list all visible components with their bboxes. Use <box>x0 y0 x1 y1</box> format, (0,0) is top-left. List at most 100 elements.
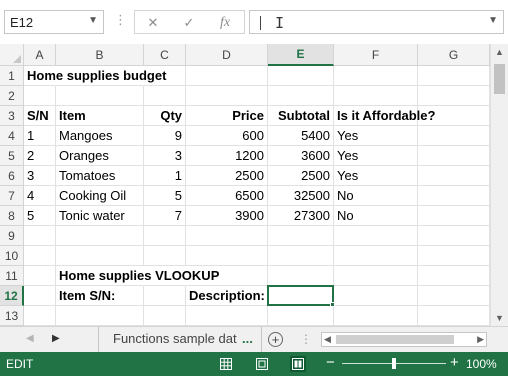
row-header-3[interactable]: 3 <box>0 106 24 126</box>
zoom-out-button[interactable]: − <box>326 354 335 371</box>
cell-f8[interactable]: No <box>334 206 418 226</box>
cell-f3[interactable]: Is it Affordable? <box>334 106 435 126</box>
cell-f13[interactable] <box>334 306 418 326</box>
cell-g6[interactable] <box>418 166 490 186</box>
cell-e8[interactable]: 27300 <box>268 206 334 226</box>
cell-d2[interactable] <box>186 86 268 106</box>
cell-g12[interactable] <box>418 286 490 306</box>
cancel-button[interactable]: ✕ <box>141 13 165 33</box>
cell-c10[interactable] <box>144 246 186 266</box>
row-header-2[interactable]: 2 <box>0 86 24 106</box>
cell-d7[interactable]: 6500 <box>186 186 268 206</box>
cell-a10[interactable] <box>24 246 56 266</box>
cell-c7[interactable]: 5 <box>144 186 186 206</box>
more-sheets-button[interactable]: ... <box>242 331 253 346</box>
cell-c13[interactable] <box>144 306 186 326</box>
enter-button[interactable]: ✓ <box>177 13 201 33</box>
cell-a11[interactable] <box>24 266 56 286</box>
row-header-5[interactable]: 5 <box>0 146 24 166</box>
cell-f2[interactable] <box>334 86 418 106</box>
cell-a13[interactable] <box>24 306 56 326</box>
row-header-12[interactable]: 12 <box>0 286 24 306</box>
cell-f10[interactable] <box>334 246 418 266</box>
column-header-f[interactable]: F <box>334 44 418 66</box>
zoom-in-button[interactable]: + <box>450 354 459 371</box>
row-header-6[interactable]: 6 <box>0 166 24 186</box>
cell-f1[interactable] <box>334 66 418 86</box>
scroll-up-icon[interactable]: ▲ <box>495 47 504 57</box>
scroll-down-icon[interactable]: ▼ <box>495 313 504 323</box>
horizontal-scroll-thumb[interactable] <box>336 335 454 344</box>
worksheet-grid[interactable]: ABCDEFG 1 2 3 4 5 6 7 8 9 10 11 12 13 Home supplies … <box>0 44 490 326</box>
cell-g7[interactable] <box>418 186 490 206</box>
row-header-11[interactable]: 11 <box>0 266 24 286</box>
cell-d3[interactable]: Price <box>186 106 268 126</box>
cell-g1[interactable] <box>418 66 490 86</box>
cell-e13[interactable] <box>268 306 334 326</box>
row-header-1[interactable]: 1 <box>0 66 24 86</box>
cell-d10[interactable] <box>186 246 268 266</box>
cell-d1[interactable] <box>186 66 268 86</box>
vertical-scroll-thumb[interactable] <box>494 64 505 94</box>
cell-e5[interactable]: 3600 <box>268 146 334 166</box>
tab-split-handle[interactable]: ⋮ <box>300 332 312 346</box>
page-break-view-button[interactable] <box>290 356 306 372</box>
cell-d8[interactable]: 3900 <box>186 206 268 226</box>
cell-g11[interactable] <box>418 266 490 286</box>
cell-g9[interactable] <box>418 226 490 246</box>
select-all-button[interactable] <box>0 44 24 66</box>
cell-c4[interactable]: 9 <box>144 126 186 146</box>
cell-a12[interactable] <box>24 286 56 306</box>
cell-d9[interactable] <box>186 226 268 246</box>
cell-d4[interactable]: 600 <box>186 126 268 146</box>
new-sheet-button[interactable]: + <box>268 332 283 347</box>
cell-g8[interactable] <box>418 206 490 226</box>
cell-b5[interactable]: Oranges <box>56 146 144 166</box>
zoom-level[interactable]: 100% <box>466 357 497 371</box>
cell-c12[interactable] <box>144 286 186 306</box>
column-header-g[interactable]: G <box>418 44 490 66</box>
previous-sheet-icon[interactable]: ◀ <box>26 333 34 344</box>
row-header-7[interactable]: 7 <box>0 186 24 206</box>
column-header-c[interactable]: C <box>144 44 186 66</box>
zoom-slider-thumb[interactable] <box>392 358 396 369</box>
column-header-e[interactable]: E <box>268 44 334 66</box>
cell-b6[interactable]: Tomatoes <box>56 166 144 186</box>
cell-c6[interactable]: 1 <box>144 166 186 186</box>
cell-f7[interactable]: No <box>334 186 418 206</box>
cell-e11[interactable] <box>268 266 334 286</box>
sheet-tab-functions-sample[interactable]: Functions sample dat <box>98 327 262 352</box>
cell-c5[interactable]: 3 <box>144 146 186 166</box>
cell-c8[interactable]: 7 <box>144 206 186 226</box>
cell-f11[interactable] <box>334 266 418 286</box>
cell-e7[interactable]: 32500 <box>268 186 334 206</box>
cell-e6[interactable]: 2500 <box>268 166 334 186</box>
cell-c2[interactable] <box>144 86 186 106</box>
cell-g4[interactable] <box>418 126 490 146</box>
cell-g2[interactable] <box>418 86 490 106</box>
cell-g5[interactable] <box>418 146 490 166</box>
cell-b8[interactable]: Tonic water <box>56 206 144 226</box>
formula-bar-grip-icon[interactable]: ⋮ <box>114 12 127 28</box>
horizontal-scrollbar[interactable]: ◀ ▶ <box>321 332 487 347</box>
cell-a8[interactable]: 5 <box>24 206 56 226</box>
column-header-a[interactable]: A <box>24 44 56 66</box>
cell-b11[interactable]: Home supplies VLOOKUP <box>56 266 219 286</box>
cell-a4[interactable]: 1 <box>24 126 56 146</box>
cell-e10[interactable] <box>268 246 334 266</box>
cell-f6[interactable]: Yes <box>334 166 418 186</box>
cell-a1[interactable]: Home supplies budget <box>24 66 166 86</box>
cell-a2[interactable] <box>24 86 56 106</box>
cell-g13[interactable] <box>418 306 490 326</box>
cell-b12[interactable]: Item S/N: <box>56 286 144 306</box>
cell-b2[interactable] <box>56 86 144 106</box>
row-header-13[interactable]: 13 <box>0 306 24 326</box>
cell-b3[interactable]: Item <box>56 106 144 126</box>
cell-f4[interactable]: Yes <box>334 126 418 146</box>
page-layout-view-button[interactable] <box>254 356 270 372</box>
cell-d6[interactable]: 2500 <box>186 166 268 186</box>
row-header-9[interactable]: 9 <box>0 226 24 246</box>
name-box[interactable]: E12 ▼ <box>4 10 104 34</box>
insert-function-button[interactable]: fx <box>213 13 237 33</box>
next-sheet-icon[interactable]: ▶ <box>52 333 60 344</box>
